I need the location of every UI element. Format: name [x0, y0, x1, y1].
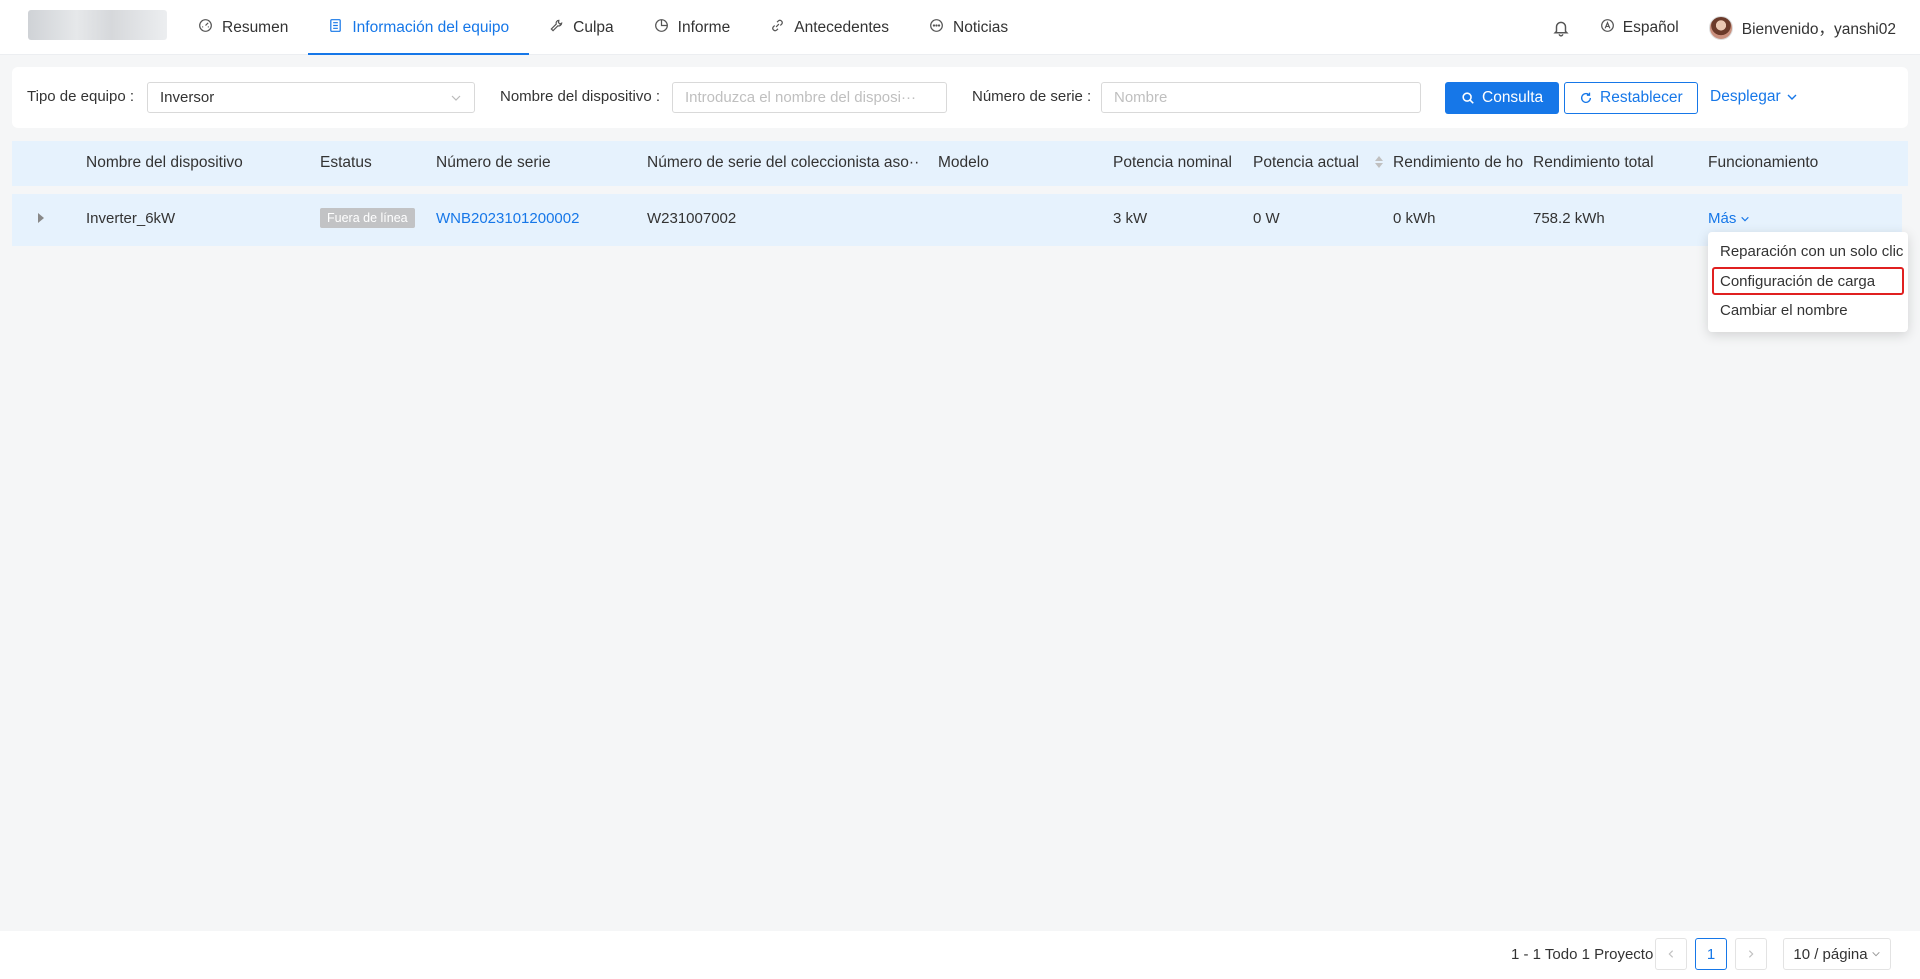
more-actions-menu: Reparación con un solo clic Configuració… [1708, 232, 1908, 332]
col-current-power: Potencia actual [1253, 154, 1359, 171]
page-number-button[interactable]: 1 [1695, 938, 1727, 970]
expand-label: Desplegar [1710, 88, 1781, 105]
menu-item-rename[interactable]: Cambiar el nombre [1708, 295, 1908, 326]
top-header: Resumen Información del equipo Culpa Inf… [0, 0, 1920, 55]
cell-serial-link[interactable]: WNB2023101200002 [436, 210, 579, 227]
serial-input[interactable] [1114, 89, 1408, 106]
chevron-left-icon [1666, 949, 1676, 959]
device-type-value: Inversor [160, 89, 215, 106]
welcome-text: Bienvenido，yanshi02 [1741, 20, 1896, 38]
col-model: Modelo [938, 154, 989, 171]
chevron-down-icon [1740, 214, 1750, 224]
main-nav: Resumen Información del equipo Culpa Inf… [178, 0, 1028, 55]
cell-collector-serial: W231007002 [647, 210, 737, 227]
serial-field [1101, 82, 1421, 113]
col-total-yield: Rendimiento total [1533, 154, 1654, 171]
logo[interactable] [28, 10, 167, 40]
nav-item-antecedentes[interactable]: Antecedentes [750, 0, 909, 55]
sort-icon[interactable] [1375, 156, 1383, 170]
pagination-bar: 1 - 1 Todo 1 Proyecto 1 10 / página [0, 931, 1920, 979]
nav-item-informacion-equipo[interactable]: Información del equipo [308, 0, 530, 55]
cell-device-name: Inverter_6kW [86, 210, 176, 227]
col-operation: Funcionamiento [1708, 154, 1819, 171]
cell-total-yield: 758.2 kWh [1533, 210, 1605, 227]
nav-item-culpa[interactable]: Culpa [529, 0, 634, 55]
language-label: Español [1622, 18, 1679, 36]
device-type-select[interactable]: Inversor [147, 82, 475, 113]
search-icon [1461, 91, 1475, 105]
query-button[interactable]: Consulta [1445, 82, 1560, 114]
more-label: Más [1708, 210, 1737, 227]
wrench-icon [549, 18, 564, 38]
nav-label: Resumen [222, 18, 289, 36]
chevron-down-icon [1871, 949, 1881, 959]
language-selector[interactable]: Español [1600, 18, 1679, 38]
cell-daily-yield: 0 kWh [1393, 210, 1436, 227]
device-type-label: Tipo de equipo : [27, 88, 135, 105]
globe-icon [1600, 18, 1615, 38]
prev-page-button[interactable] [1655, 938, 1687, 970]
chevron-down-icon [450, 92, 462, 104]
reset-label: Restablecer [1600, 89, 1683, 106]
bell-icon[interactable] [1552, 19, 1570, 37]
nav-item-noticias[interactable]: Noticias [909, 0, 1028, 55]
device-name-label: Nombre del dispositivo : [500, 88, 661, 105]
device-name-field [672, 82, 947, 113]
pagination-total: 1 - 1 Todo 1 Proyecto [1511, 946, 1654, 963]
chevron-down-icon [1786, 91, 1798, 103]
col-collector-serial: Número de serie del coleccionista aso··· [647, 154, 919, 171]
col-serial: Número de serie [436, 154, 551, 171]
expand-row-caret-icon[interactable] [38, 213, 44, 223]
col-device-name: Nombre del dispositivo [86, 154, 243, 171]
gauge-icon [198, 18, 213, 38]
col-status: Estatus [320, 154, 372, 171]
link-icon [770, 18, 785, 38]
status-badge: Fuera de línea [320, 208, 415, 228]
user-menu[interactable]: Bienvenido，yanshi02 [1708, 15, 1896, 40]
menu-item-one-click-repair[interactable]: Reparación con un solo clic [1708, 236, 1908, 267]
col-rated-power: Potencia nominal [1113, 154, 1232, 171]
filter-bar: Tipo de equipo : Inversor Nombre del dis… [12, 67, 1908, 128]
nav-label: Culpa [573, 18, 614, 36]
nav-item-resumen[interactable]: Resumen [178, 0, 308, 55]
page-size-value: 10 / página [1793, 945, 1868, 963]
next-page-button[interactable] [1735, 938, 1767, 970]
chat-icon [929, 18, 944, 38]
device-name-input[interactable] [685, 89, 934, 106]
serial-label: Número de serie : [972, 88, 1092, 105]
nav-item-informe[interactable]: Informe [634, 0, 751, 55]
pie-chart-icon [654, 18, 669, 38]
reset-button[interactable]: Restablecer [1564, 82, 1698, 114]
query-label: Consulta [1482, 89, 1544, 106]
document-icon [328, 18, 343, 38]
col-daily-yield: Rendimiento de ho [1393, 154, 1523, 171]
table-row[interactable]: Inverter_6kW Fuera de línea WNB202310120… [12, 194, 1902, 246]
nav-label: Informe [677, 18, 731, 36]
page-size-select[interactable]: 10 / página [1783, 938, 1891, 970]
avatar [1708, 15, 1733, 40]
cell-current-power: 0 W [1253, 210, 1280, 227]
expand-button[interactable]: Desplegar [1710, 88, 1798, 106]
nav-label: Antecedentes [794, 18, 890, 36]
menu-item-load-config[interactable]: Configuración de carga [1712, 267, 1904, 295]
reload-icon [1579, 91, 1593, 105]
nav-label: Información del equipo [352, 18, 510, 36]
chevron-right-icon [1746, 949, 1756, 959]
more-actions-button[interactable]: Más [1708, 210, 1750, 227]
table-header: Nombre del dispositivo Estatus Número de… [12, 141, 1908, 186]
nav-label: Noticias [953, 18, 1009, 36]
cell-rated-power: 3 kW [1113, 210, 1148, 227]
